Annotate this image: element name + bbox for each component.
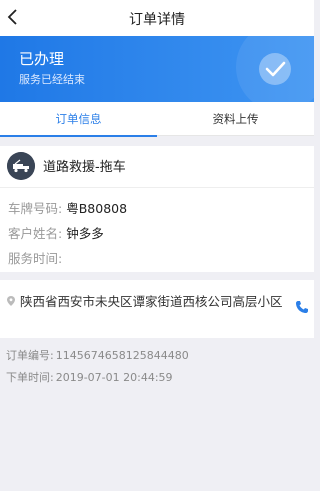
active-tab-indicator xyxy=(0,135,157,137)
order-time-row: 下单时间: 2019-07-01 20:44:59 xyxy=(6,369,173,385)
tab-upload[interactable]: 资料上传 xyxy=(157,102,314,136)
plate-label: 车牌号码: xyxy=(8,201,63,216)
service-card: 道路救援-拖车 车牌号码: 粤B80808 客户姓名: 钟多多 服务时间: xyxy=(0,146,314,272)
plate-value: 粤B80808 xyxy=(66,201,128,216)
tab-order-info[interactable]: 订单信息 xyxy=(0,102,157,137)
order-time-label: 下单时间: xyxy=(6,371,54,384)
check-circle-icon xyxy=(259,53,291,85)
order-status: 已办理 xyxy=(19,50,65,68)
service-address: 陕西省西安市未央区谭家街道西核公司高层小区 xyxy=(20,294,283,309)
customer-label: 客户姓名: xyxy=(8,226,63,241)
phone-icon[interactable] xyxy=(295,300,309,314)
customer-value: 钟多多 xyxy=(66,226,104,241)
customer-row: 客户姓名: 钟多多 xyxy=(8,223,104,242)
tab-label: 资料上传 xyxy=(212,112,259,126)
tow-truck-icon xyxy=(7,152,35,180)
order-time-value: 2019-07-01 20:44:59 xyxy=(55,371,173,384)
service-time-label: 服务时间: xyxy=(8,251,63,266)
location-pin-icon xyxy=(7,296,15,306)
divider xyxy=(0,187,314,188)
tab-label: 订单信息 xyxy=(55,112,102,126)
service-time-row: 服务时间: xyxy=(8,248,66,267)
order-number-label: 订单编号: xyxy=(6,349,54,362)
status-banner: 已办理 服务已经结束 xyxy=(0,36,314,102)
order-number-row: 订单编号: 1145674658125844480 xyxy=(6,347,189,363)
order-status-subtitle: 服务已经结束 xyxy=(19,73,85,86)
order-number-value: 1145674658125844480 xyxy=(55,349,189,362)
service-name: 道路救援-拖车 xyxy=(43,160,126,175)
page-title: 订单详情 xyxy=(129,12,185,28)
plate-row: 车牌号码: 粤B80808 xyxy=(8,198,127,217)
tab-bar: 订单信息 资料上传 xyxy=(0,102,314,137)
top-nav-bar: 订单详情 xyxy=(0,0,314,36)
address-card: 陕西省西安市未央区谭家街道西核公司高层小区 xyxy=(0,280,314,338)
